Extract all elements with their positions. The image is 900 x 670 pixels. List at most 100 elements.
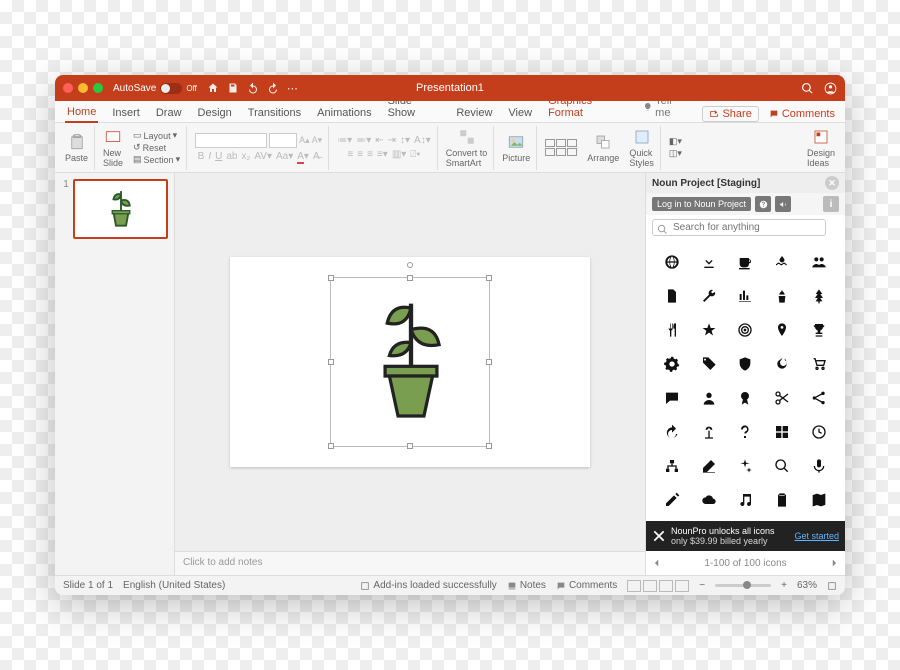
- quick-styles-button[interactable]: Quick Styles: [625, 126, 661, 170]
- trophy-icon[interactable]: [811, 322, 827, 338]
- minimize-window-icon[interactable]: [78, 83, 88, 93]
- underline-button[interactable]: U: [215, 151, 222, 162]
- close-panel-button[interactable]: ✕: [825, 176, 839, 190]
- resize-handle-w[interactable]: [328, 359, 334, 365]
- tab-review[interactable]: Review: [454, 104, 494, 122]
- status-addins[interactable]: Add-ins loaded successfully: [360, 580, 496, 591]
- cutlery-icon[interactable]: [664, 322, 680, 338]
- sprout-icon[interactable]: [701, 424, 717, 440]
- decrease-font-button[interactable]: A▾: [312, 135, 323, 146]
- tab-home[interactable]: Home: [65, 103, 98, 123]
- cart-icon[interactable]: [811, 356, 827, 372]
- align-right-button[interactable]: ≡: [367, 149, 373, 160]
- tree-icon[interactable]: [811, 288, 827, 304]
- notes-pane[interactable]: Click to add notes: [175, 551, 645, 575]
- view-normal-button[interactable]: [627, 580, 641, 592]
- save-icon[interactable]: [227, 82, 239, 94]
- group-icon[interactable]: [811, 254, 827, 270]
- chat-icon[interactable]: [664, 390, 680, 406]
- search-input[interactable]: [652, 219, 826, 236]
- strike-button[interactable]: ab: [226, 151, 237, 162]
- reset-button[interactable]: ↺ Reset: [133, 142, 166, 153]
- section-button[interactable]: ▤ Section ▾: [133, 154, 180, 165]
- fit-to-window-button[interactable]: [827, 581, 837, 591]
- shape-fill-button[interactable]: ◧▾: [669, 136, 682, 147]
- coffee-icon[interactable]: [737, 254, 753, 270]
- pin-icon[interactable]: [774, 322, 790, 338]
- av-button[interactable]: AV▾: [254, 151, 272, 162]
- italic-button[interactable]: I: [208, 151, 211, 162]
- text-direction-button[interactable]: A↕▾: [414, 135, 431, 146]
- scissors-icon[interactable]: [774, 390, 790, 406]
- share-button[interactable]: Share: [702, 106, 758, 122]
- arrange-button[interactable]: Arrange: [583, 126, 623, 170]
- mic-icon[interactable]: [811, 458, 827, 474]
- undo-icon[interactable]: [247, 82, 259, 94]
- spark-icon[interactable]: [737, 458, 753, 474]
- status-language[interactable]: English (United States): [123, 580, 225, 591]
- bars-icon[interactable]: [737, 288, 753, 304]
- fire-icon[interactable]: [774, 356, 790, 372]
- share-icon[interactable]: [811, 390, 827, 406]
- search-icon[interactable]: [774, 458, 790, 474]
- view-reading-button[interactable]: [659, 580, 673, 592]
- justify-button[interactable]: ≡▾: [377, 149, 388, 160]
- paste-button[interactable]: Paste: [61, 126, 95, 170]
- gear-icon[interactable]: [664, 356, 680, 372]
- user-icon[interactable]: [701, 390, 717, 406]
- login-button[interactable]: Log in to Noun Project: [652, 197, 751, 211]
- zoom-level[interactable]: 63%: [797, 580, 817, 591]
- font-color-button[interactable]: A▾: [297, 151, 309, 162]
- document-icon[interactable]: [664, 288, 680, 304]
- case-button[interactable]: Aa▾: [276, 151, 293, 162]
- tag-icon[interactable]: [701, 356, 717, 372]
- grid-icon[interactable]: [774, 424, 790, 440]
- columns-button[interactable]: ▥▾: [392, 149, 406, 160]
- resize-handle-n[interactable]: [407, 275, 413, 281]
- resize-handle-nw[interactable]: [328, 275, 334, 281]
- rotate-handle[interactable]: [407, 262, 413, 268]
- status-comments-button[interactable]: Comments: [556, 580, 617, 591]
- user-avatar-icon[interactable]: [824, 82, 837, 95]
- view-slideshow-button[interactable]: [675, 580, 689, 592]
- resize-handle-s[interactable]: [407, 443, 413, 449]
- redo-icon[interactable]: [267, 82, 279, 94]
- zoom-in-button[interactable]: +: [781, 580, 787, 591]
- medal-icon[interactable]: [737, 390, 753, 406]
- eraser-icon[interactable]: [701, 458, 717, 474]
- globe-icon[interactable]: [664, 254, 680, 270]
- zoom-out-button[interactable]: −: [699, 580, 705, 591]
- clear-format-button[interactable]: A̶: [313, 151, 320, 162]
- view-sorter-button[interactable]: [643, 580, 657, 592]
- water-icon[interactable]: [774, 254, 790, 270]
- numbering-button[interactable]: ≕▾: [356, 135, 371, 146]
- tab-draw[interactable]: Draw: [154, 104, 184, 122]
- align-text-button[interactable]: ⍁▾: [410, 149, 420, 160]
- slide-canvas[interactable]: [175, 173, 645, 551]
- indent-left-button[interactable]: ⇤: [375, 135, 383, 146]
- question-icon[interactable]: [737, 424, 753, 440]
- map-icon[interactable]: [811, 492, 827, 508]
- tab-transitions[interactable]: Transitions: [246, 104, 303, 122]
- selection-box[interactable]: [330, 277, 490, 447]
- plant-icon[interactable]: [774, 288, 790, 304]
- design-ideas-button[interactable]: Design Ideas: [803, 126, 839, 170]
- pencil-icon[interactable]: [664, 492, 680, 508]
- slide-thumbnail-1[interactable]: [73, 179, 168, 239]
- plant-graphic[interactable]: [357, 286, 465, 438]
- shape-outline-button[interactable]: ◫▾: [669, 148, 682, 159]
- search-app-icon[interactable]: [801, 82, 814, 95]
- info-button[interactable]: i: [823, 196, 839, 212]
- shapes-gallery[interactable]: [541, 126, 581, 170]
- line-spacing-button[interactable]: ↕▾: [400, 135, 410, 146]
- cloud-icon[interactable]: [701, 492, 717, 508]
- music-icon[interactable]: [737, 492, 753, 508]
- shield-icon[interactable]: [737, 356, 753, 372]
- indent-right-button[interactable]: ⇥: [388, 135, 396, 146]
- close-window-icon[interactable]: [63, 83, 73, 93]
- get-started-link[interactable]: Get started: [794, 531, 839, 541]
- tab-view[interactable]: View: [506, 104, 534, 122]
- home-icon[interactable]: [207, 82, 219, 94]
- resize-handle-e[interactable]: [486, 359, 492, 365]
- clipboard-icon[interactable]: [774, 492, 790, 508]
